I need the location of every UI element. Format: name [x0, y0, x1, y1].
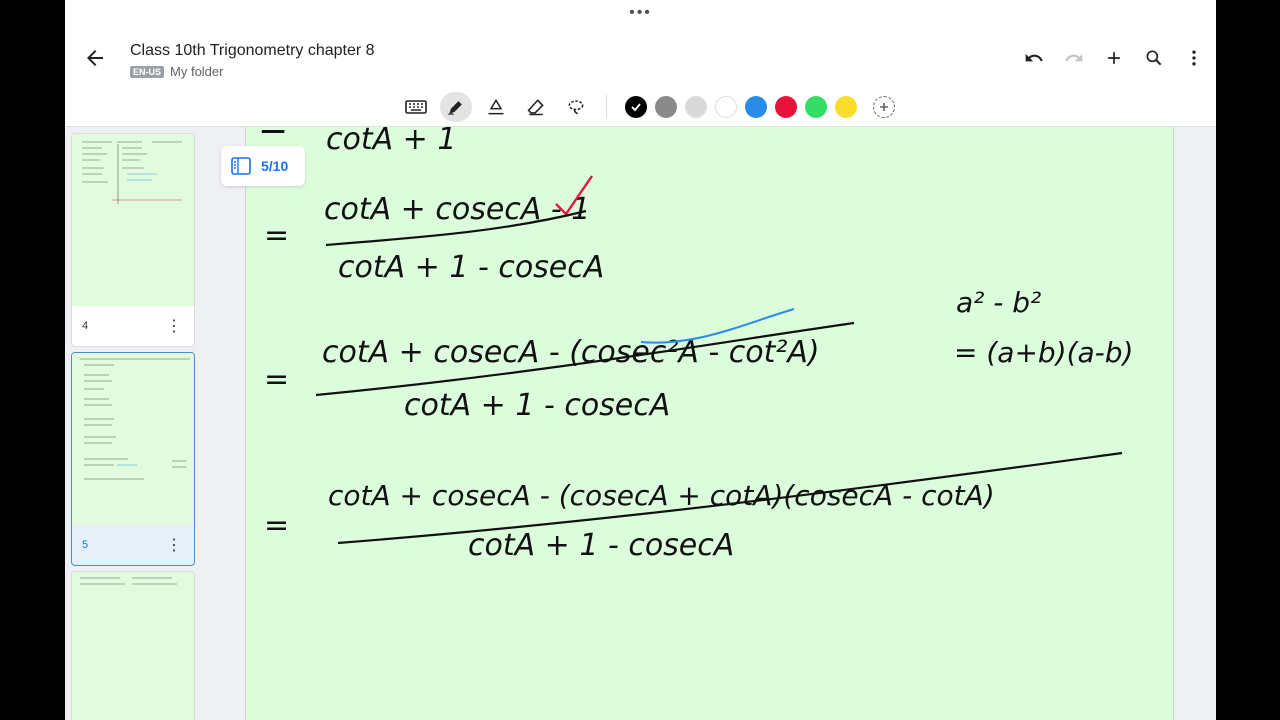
color-swatch[interactable]: [835, 96, 857, 118]
color-palette: [621, 96, 861, 118]
page-thumbnail-active[interactable]: 5 ⋮: [71, 352, 195, 566]
color-swatch[interactable]: [655, 96, 677, 118]
highlighter-tool[interactable]: [480, 92, 512, 122]
thumbnail-preview: [80, 577, 177, 585]
folder-name[interactable]: My folder: [170, 64, 223, 79]
equals-sign: =: [264, 508, 289, 543]
plus-icon: [1108, 52, 1120, 64]
search-icon: [1146, 50, 1162, 66]
thumbnail-preview: [82, 141, 182, 204]
undo-icon: [1025, 53, 1043, 62]
thumbnail-preview: [80, 358, 190, 480]
side-note-formula: a² - b²: [956, 286, 1041, 319]
lasso-tool[interactable]: [560, 92, 592, 122]
handwriting-layer: = cotA + 1 = cotA + cosecA - 1 cotA + 1 …: [258, 107, 1133, 563]
pen-tool[interactable]: [440, 92, 472, 122]
color-swatch[interactable]: [685, 96, 707, 118]
thumbnail-image: [72, 134, 194, 306]
lasso-icon: [568, 100, 584, 115]
equals-sign: =: [264, 218, 289, 253]
page-number: 5: [82, 539, 89, 551]
highlighter-icon: [488, 98, 504, 115]
search-button[interactable]: [1142, 46, 1166, 70]
side-note-formula: = (a+b)(a-b): [954, 336, 1133, 369]
page-thumbnail[interactable]: [71, 571, 195, 720]
page-more-icon[interactable]: ⋮: [166, 316, 182, 336]
eraser-icon: [527, 99, 544, 116]
note-location: EN-US My folder: [130, 64, 223, 79]
keyboard-tool[interactable]: [400, 92, 432, 122]
page-thumbnail[interactable]: 4 ⋮: [71, 133, 195, 347]
more-options-button[interactable]: [1182, 46, 1206, 70]
toolbar-divider: [606, 95, 607, 119]
tool-group: [400, 92, 899, 122]
page-indicator-chip[interactable]: 5/10: [221, 146, 305, 186]
handwritten-expression: cotA + 1: [326, 127, 456, 157]
canvas-area[interactable]: = cotA + 1 = cotA + cosecA - 1 cotA + 1 …: [200, 107, 1216, 720]
redo-icon: [1065, 53, 1083, 62]
drawing-toolbar: [65, 86, 1216, 127]
top-actions: [1022, 46, 1206, 70]
keyboard-icon: [405, 100, 427, 114]
language-badge: EN-US: [130, 65, 165, 78]
eraser-tool[interactable]: [520, 92, 552, 122]
add-color-button[interactable]: [873, 96, 895, 118]
check-icon: [631, 103, 641, 112]
page-thumbnails: 4 ⋮ 5 ⋮: [65, 127, 200, 720]
color-swatch[interactable]: [745, 96, 767, 118]
denominator-expression: cotA + 1 - cosecA: [338, 250, 604, 285]
color-swatch[interactable]: [625, 96, 647, 118]
thumbnail-image: [72, 353, 194, 525]
color-swatch[interactable]: [805, 96, 827, 118]
arrow-back-icon: [87, 50, 103, 66]
equals-sign: =: [264, 362, 289, 397]
denominator-expression: cotA + 1 - cosecA: [404, 388, 670, 423]
back-button[interactable]: [83, 46, 107, 70]
page-number: 4: [82, 320, 89, 332]
page-more-icon[interactable]: ⋮: [166, 535, 182, 555]
undo-button[interactable]: [1022, 46, 1046, 70]
color-swatch[interactable]: [715, 96, 737, 118]
pen-icon: [448, 101, 462, 116]
notes-app: ••• Class 10th Trigonometry chapter 8 EN…: [65, 0, 1216, 720]
more-vert-icon: [1192, 50, 1196, 66]
equals-sign: =: [258, 127, 288, 148]
thumbnail-image: [72, 572, 194, 720]
page-indicator: 5/10: [261, 158, 289, 174]
window-menu-dots[interactable]: •••: [65, 4, 1216, 22]
color-swatch[interactable]: [775, 96, 797, 118]
sidebar-toggle-icon: [231, 157, 251, 175]
note-page[interactable]: = cotA + 1 = cotA + cosecA - 1 cotA + 1 …: [245, 107, 1174, 720]
denominator-expression: cotA + 1 - cosecA: [468, 528, 734, 563]
note-title[interactable]: Class 10th Trigonometry chapter 8: [130, 42, 375, 60]
plus-icon: [880, 103, 888, 111]
add-button[interactable]: [1102, 46, 1126, 70]
redo-button[interactable]: [1062, 46, 1086, 70]
numerator-expression: cotA + cosecA - 1: [324, 192, 590, 227]
